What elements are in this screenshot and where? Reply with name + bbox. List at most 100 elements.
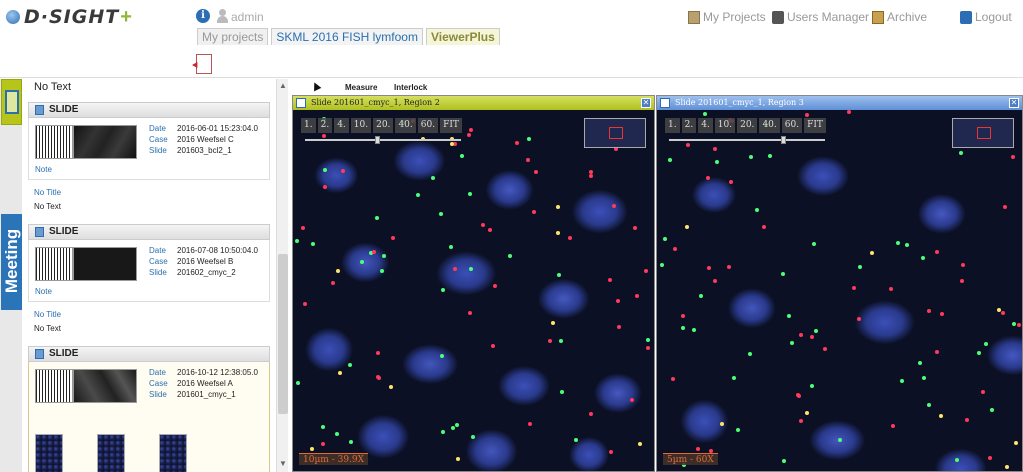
slide-card[interactable]: SLIDE Date 2016-10-12 12:38:05.0 Case 2016…: [28, 346, 270, 472]
zoom-fit-button[interactable]: FIT: [804, 118, 826, 133]
zoom-10x-button[interactable]: 10.: [714, 118, 736, 133]
signal-dot: [526, 158, 530, 162]
back-document-icon[interactable]: [196, 54, 212, 74]
close-icon[interactable]: ✕: [641, 98, 651, 108]
scroll-down-icon[interactable]: ▼: [278, 459, 288, 469]
region-thumbnail[interactable]: [35, 434, 63, 472]
signal-dot: [372, 250, 376, 254]
zoom-40x-button[interactable]: 40.: [759, 118, 780, 133]
overview-minimap[interactable]: [952, 118, 1014, 148]
zoom-10x-button[interactable]: 10.: [350, 118, 372, 133]
overview-minimap[interactable]: [584, 118, 646, 148]
signal-dot: [1014, 441, 1018, 445]
fish-image[interactable]: [657, 110, 1022, 471]
signal-dot: [532, 210, 536, 214]
signal-dot: [323, 185, 327, 189]
slide-card[interactable]: SLIDE Date 2016-06-01 15:23:04.0 Case 2016…: [28, 102, 270, 211]
signal-dot: [321, 425, 325, 429]
zoom-slider[interactable]: [305, 136, 461, 144]
zoom-2x-button[interactable]: 2.: [681, 118, 697, 133]
zoom-2x-button[interactable]: 2.: [317, 118, 333, 133]
rail-toggle-button[interactable]: [1, 79, 22, 125]
interlock-button[interactable]: Interlock: [394, 83, 427, 92]
signal-dot: [814, 329, 818, 333]
zoom-1x-button[interactable]: 1.: [301, 118, 316, 133]
viewer-pane-region-3[interactable]: Slide 201601_cmyc_1, Region 3 ✕ 1. 2. 4.…: [656, 95, 1023, 472]
zoom-fit-button[interactable]: FIT: [440, 118, 462, 133]
zoom-40x-button[interactable]: 40.: [395, 118, 416, 133]
region-thumbnail[interactable]: [159, 434, 187, 472]
tab-viewerplus[interactable]: ViewerPlus: [425, 28, 500, 45]
info-icon[interactable]: i: [196, 9, 210, 23]
signal-dot: [812, 242, 816, 246]
close-icon[interactable]: ✕: [1009, 98, 1019, 108]
slide-icon: [35, 227, 44, 237]
note-link[interactable]: Note: [35, 165, 52, 174]
signal-dot: [341, 169, 345, 173]
signal-dot: [870, 251, 874, 255]
meeting-tab[interactable]: Meeting: [1, 214, 22, 310]
list-scrollbar[interactable]: ▲ ▼: [276, 79, 288, 472]
signal-dot: [748, 352, 752, 356]
slide-card[interactable]: SLIDE Date 2016-07-08 10:50:04.0 Case 2016…: [28, 224, 270, 333]
signal-dot: [468, 192, 472, 196]
zoom-60x-button[interactable]: 60.: [417, 118, 439, 133]
slide-header-label: SLIDE: [49, 104, 79, 115]
signal-dot: [707, 266, 711, 270]
signal-dot: [303, 302, 307, 306]
tab-my-projects[interactable]: My projects: [197, 28, 269, 45]
signal-dot: [348, 363, 352, 367]
signal-dot: [939, 414, 943, 418]
region-thumbnail[interactable]: [97, 434, 125, 472]
viewer-title-bar: Slide 201601_cmyc_1, Region 2 ✕: [293, 96, 654, 110]
zoom-4x-button[interactable]: 4.: [698, 118, 713, 133]
note-link[interactable]: Note: [35, 287, 52, 296]
zoom-slider-knob[interactable]: [375, 136, 380, 144]
scroll-up-icon[interactable]: ▲: [278, 81, 288, 91]
slide-key: Slide: [149, 390, 167, 399]
zoom-20x-button[interactable]: 20.: [737, 118, 758, 133]
logo-text: D·SIGHT: [24, 6, 120, 28]
signal-dot: [668, 158, 672, 162]
signal-dot: [805, 113, 809, 117]
signal-dot: [382, 254, 386, 258]
signal-dot: [441, 430, 445, 434]
users-manager-link[interactable]: Users Manager: [772, 10, 869, 24]
slide-thumbnail[interactable]: [73, 247, 137, 281]
scroll-thumb[interactable]: [278, 254, 288, 414]
dsight-logo[interactable]: D·SIGHT +: [6, 6, 132, 28]
pointer-tool-icon[interactable]: [310, 80, 322, 92]
signal-dot: [1005, 465, 1009, 469]
slide-meta: Date 2016-07-08 10:50:04.0 Case 2016 Weefs…: [149, 245, 258, 278]
signal-dot: [927, 403, 931, 407]
archive-link[interactable]: Archive: [872, 10, 927, 24]
zoom-60x-button[interactable]: 60.: [781, 118, 803, 133]
zoom-slider-knob[interactable]: [781, 136, 786, 144]
slide-value: 201603_bcl2_1: [177, 146, 232, 155]
logout-link[interactable]: Logout: [960, 10, 1012, 24]
zoom-slider[interactable]: [669, 136, 825, 144]
fish-image[interactable]: [293, 110, 654, 471]
signal-dot: [736, 428, 740, 432]
signal-dot: [467, 133, 471, 137]
zoom-1x-button[interactable]: 1.: [665, 118, 680, 133]
viewer-title: Slide 201601_cmyc_1, Region 2: [311, 98, 440, 107]
signal-dot: [338, 371, 342, 375]
slide-card-body: Date 2016-06-01 15:23:04.0 Case 2016 Weefs…: [28, 118, 270, 180]
viewer-pane-region-2[interactable]: Slide 201601_cmyc_1, Region 2 ✕ 1. 2. 4.…: [292, 95, 655, 472]
zoom-4x-button[interactable]: 4.: [334, 118, 349, 133]
slide-thumbnail[interactable]: [73, 369, 137, 403]
slide-thumbnail[interactable]: [73, 125, 137, 159]
archive-label: Archive: [887, 10, 928, 24]
signal-dot: [1001, 311, 1005, 315]
signal-dot: [491, 344, 495, 348]
signal-dot: [493, 284, 497, 288]
my-projects-link[interactable]: My Projects: [688, 10, 766, 24]
tab-project[interactable]: SKML 2016 FISH lymfoom: [271, 28, 423, 45]
logout-icon: [960, 10, 972, 24]
zoom-20x-button[interactable]: 20.: [373, 118, 394, 133]
barcode-label: [35, 125, 73, 159]
signal-dot: [961, 263, 965, 267]
measure-button[interactable]: Measure: [345, 83, 377, 92]
top-bar: D·SIGHT + i admin My Projects Users Mana…: [0, 0, 1023, 78]
